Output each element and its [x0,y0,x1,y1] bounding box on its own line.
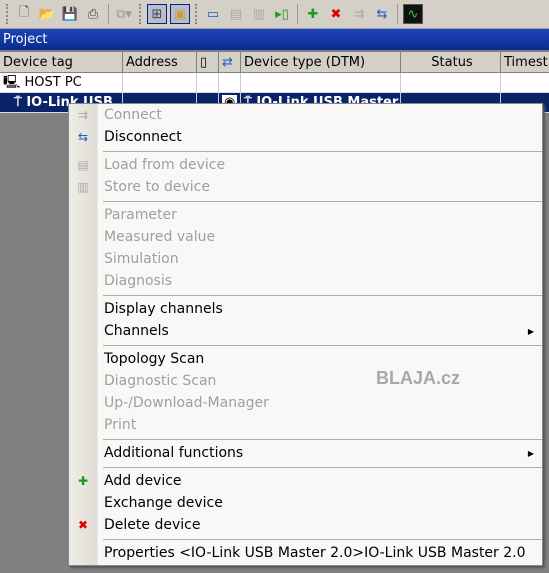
menu-item-label: Print [104,417,137,433]
menu-item-simulation: Simulation [69,248,542,270]
menu-item-label: Diagnosis [104,273,173,289]
toolbar-grip[interactable] [139,4,142,24]
column-status[interactable]: Status [401,52,501,72]
menu-item-label: Delete device [104,517,201,533]
delete-device-icon[interactable]: ✖ [326,4,346,24]
toolbar-grip[interactable] [6,4,9,24]
watermark: BLAJA.cz [376,368,461,388]
data-icon[interactable]: ▸▯ [272,4,292,24]
menu-item-label: Add device [104,473,182,489]
disconnect-icon[interactable]: ⇆ [372,4,392,24]
menu-item-delete-device[interactable]: ✖ Delete device [69,514,542,536]
connect-icon: ⇉ [77,108,89,122]
column-address[interactable]: Address [123,52,197,72]
open-icon[interactable]: 📂 [37,4,57,24]
store-icon[interactable]: ▥ [249,4,269,24]
column-connection-icon[interactable]: ⇄ [219,52,241,72]
menu-item-parameter: Parameter [69,204,542,226]
toolbar-separator [108,4,109,24]
menu-item-label: Topology Scan [104,351,205,367]
new-icon[interactable]: 🗋 [14,4,34,24]
device-tag: HOST PC [24,75,82,90]
menu-item-load-from-device: ▤ Load from device [69,154,542,176]
toolbar-separator [397,4,398,24]
catalog-icon[interactable]: ▣ [170,4,190,24]
table-row[interactable]: 🖳 HOST PC [0,73,549,93]
add-device-icon[interactable]: ✚ [303,4,323,24]
store-icon: ▥ [77,180,89,194]
menu-item-diagnostic-scan: Diagnostic Scan [69,370,542,392]
usb-master-icon: ⍑ [14,95,22,110]
menu-item-label: Diagnostic Scan [104,373,217,389]
disconnect-icon: ⇆ [77,130,89,144]
menu-item-diagnosis: Diagnosis [69,270,542,292]
menu-item-disconnect[interactable]: ⇆ Disconnect [69,126,542,148]
menu-item-label: Load from device [104,157,226,173]
menu-item-label: Simulation [104,251,179,267]
context-menu: ⇉ Connect ⇆ Disconnect ▤ Load from device ▥ Sto… [68,103,543,566]
project-title-bar: Project [0,29,549,50]
monitor-icon[interactable]: ∿ [403,4,423,24]
computer-icon: 🖳 [3,75,21,90]
menu-item-label: Disconnect [104,129,182,145]
window-icon[interactable]: ▭ [203,4,223,24]
submenu-arrow-icon: ▶ [527,448,534,458]
menu-item-label: Up-/Download-Manager [104,395,269,411]
menu-item-additional-functions[interactable]: Additional functions ▶ [69,442,542,464]
grid-header: Device tag Address ▯ ⇄ Device type (DTM)… [0,52,549,73]
menu-item-label: Properties <IO-Link USB Master 2.0>IO-Li… [104,545,526,561]
menu-item-add-device[interactable]: ✚ Add device [69,470,542,492]
menu-item-label: Store to device [104,179,210,195]
menu-item-label: Parameter [104,207,177,223]
toolbar: 🗋 📂 💾 ⎙ ⧉▾ ⊞ ▣ ▭ ▤ ▥ ▸▯ ✚ ✖ ⇉ ⇆ ∿ [0,0,549,29]
load-icon[interactable]: ▤ [226,4,246,24]
menu-item-label: Additional functions [104,445,244,461]
column-data-icon[interactable]: ▯ [197,52,219,72]
menu-item-print: Print [69,414,542,436]
column-timestamp[interactable]: Timest [501,52,549,72]
menu-item-label: Display channels [104,301,223,317]
menu-item-label: Connect [104,107,162,123]
copy-icon[interactable]: ⧉▾ [114,4,134,24]
menu-item-channels[interactable]: Channels ▶ [69,320,542,342]
menu-item-properties-io-link-usb-master-2-0-io-lin[interactable]: Properties <IO-Link USB Master 2.0>IO-Li… [69,542,542,564]
delete-device-icon: ✖ [77,518,89,532]
menu-item-exchange-device[interactable]: Exchange device [69,492,542,514]
column-device-tag[interactable]: Device tag [0,52,123,72]
menu-item-up-download-manager: Up-/Download-Manager [69,392,542,414]
menu-item-store-to-device: ▥ Store to device [69,176,542,198]
menu-item-label: Measured value [104,229,216,245]
menu-item-connect: ⇉ Connect [69,104,542,126]
print-icon[interactable]: ⎙ [83,4,103,24]
toolbar-separator [297,4,298,24]
menu-item-topology-scan[interactable]: Topology Scan [69,348,542,370]
add-device-icon: ✚ [77,474,89,488]
menu-item-measured-value: Measured value [69,226,542,248]
column-device-type[interactable]: Device type (DTM) [241,52,401,72]
network-view-icon[interactable]: ⊞ [147,4,167,24]
submenu-arrow-icon: ▶ [527,326,534,336]
load-icon: ▤ [77,158,89,172]
save-icon[interactable]: 💾 [60,4,80,24]
menu-item-label: Exchange device [104,495,223,511]
toolbar-grip[interactable] [195,4,198,24]
connect-icon[interactable]: ⇉ [349,4,369,24]
menu-item-label: Channels [104,323,169,339]
menu-item-display-channels[interactable]: Display channels [69,298,542,320]
